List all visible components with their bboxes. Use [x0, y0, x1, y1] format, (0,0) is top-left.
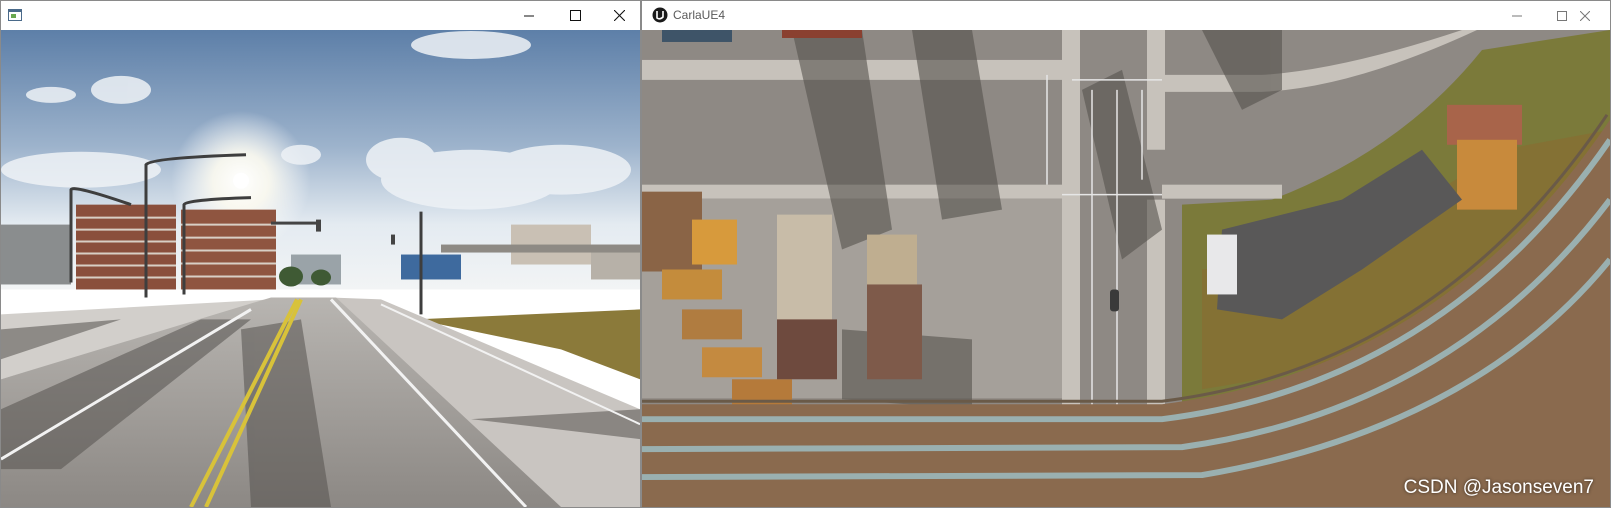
topdown-viewport: CSDN @Jasonseven7 — [642, 30, 1610, 507]
window-title: CarlaUE4 — [673, 8, 726, 22]
close-button[interactable] — [1562, 1, 1608, 30]
sun-disc — [233, 172, 249, 189]
close-button[interactable] — [596, 1, 640, 30]
minimize-icon — [1512, 11, 1522, 21]
car — [1110, 289, 1119, 312]
generic-window-icon — [8, 8, 22, 21]
close-icon — [1580, 10, 1590, 21]
close-icon — [613, 10, 625, 21]
carla-window[interactable]: CarlaUE4 CSDN @Jasonseven7 — [641, 0, 1611, 508]
maximize-button[interactable] — [552, 1, 598, 30]
title-bar[interactable]: CarlaUE4 — [642, 1, 1610, 30]
white-annex — [1207, 234, 1237, 295]
maximize-icon — [569, 10, 581, 21]
camera-window[interactable] — [0, 0, 641, 508]
minimize-icon — [524, 11, 534, 21]
unreal-engine-icon — [652, 7, 668, 23]
minimize-button[interactable] — [506, 1, 552, 30]
camera-viewport — [1, 30, 640, 507]
watermark: CSDN @Jasonseven7 — [1403, 477, 1594, 498]
minimize-button[interactable] — [1494, 1, 1540, 30]
title-bar[interactable] — [1, 1, 640, 30]
